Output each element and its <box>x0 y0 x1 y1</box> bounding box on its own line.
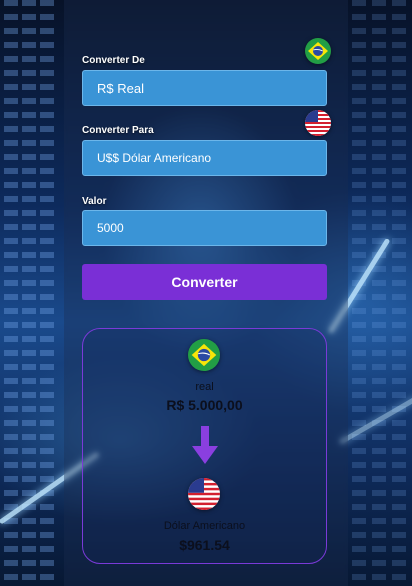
amount-input[interactable]: 5000 <box>82 210 327 246</box>
brazil-flag-icon <box>188 339 220 371</box>
bg-decoration <box>392 0 406 586</box>
usa-flag-icon <box>188 478 220 510</box>
from-currency-select[interactable]: R$ Real <box>82 70 327 106</box>
to-currency-name: Dólar Americano <box>163 520 246 532</box>
from-amount: R$ 5.000,00 <box>166 397 243 413</box>
arrow-down-icon <box>192 426 218 466</box>
bg-decoration <box>372 0 386 586</box>
convert-button[interactable]: Converter <box>82 264 327 300</box>
bg-decoration <box>40 0 54 586</box>
to-label: Converter Para <box>82 125 154 136</box>
brazil-flag-icon <box>305 38 331 64</box>
to-amount: $961.54 <box>179 537 230 553</box>
bg-decoration <box>4 0 18 586</box>
to-currency-select[interactable]: U$$ Dólar Americano <box>82 140 327 176</box>
from-currency-name: real <box>195 381 214 393</box>
from-label: Converter De <box>82 55 145 66</box>
amount-label: Valor <box>82 196 107 207</box>
usa-flag-icon <box>305 110 331 136</box>
